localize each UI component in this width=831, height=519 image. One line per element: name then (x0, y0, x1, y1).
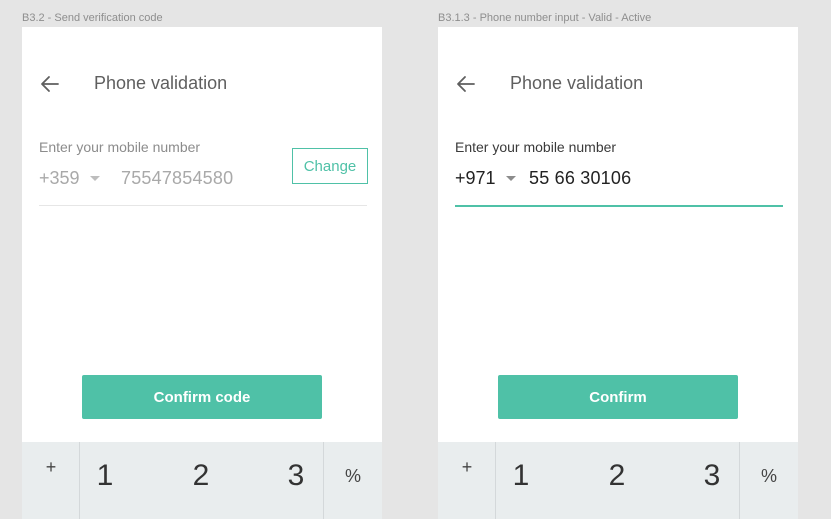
frame-label-send-verification: B3.2 - Send verification code (22, 12, 163, 24)
back-arrow-icon[interactable] (454, 72, 478, 96)
chevron-down-icon[interactable] (90, 176, 100, 181)
page-title: Phone validation (510, 73, 644, 93)
frame-label-phone-input: B3.1.3 - Phone number input - Valid - Ac… (438, 12, 652, 24)
back-arrow-icon[interactable] (38, 72, 62, 96)
key-percent[interactable]: % (740, 456, 798, 496)
key-1[interactable]: 1 (80, 456, 130, 496)
key-2[interactable]: 2 (176, 456, 226, 496)
screen-phone-number-input: Phone validation Enter your mobile numbe… (438, 27, 798, 519)
key-2[interactable]: 2 (592, 456, 642, 496)
phone-field-label: Enter your mobile number (39, 139, 201, 155)
phone-field-label: Enter your mobile number (455, 139, 617, 155)
numeric-keypad: + - 1 2 3 % (438, 442, 798, 519)
phone-number-input[interactable]: 75547854580 (121, 168, 233, 189)
key-3[interactable]: 3 (687, 456, 737, 496)
phone-field-underline (455, 205, 783, 207)
numeric-keypad: + - 1 2 3 % (22, 442, 382, 519)
key-plus[interactable]: + (22, 442, 80, 492)
confirm-code-button[interactable]: Confirm code (82, 375, 322, 419)
phone-field-underline (39, 205, 367, 206)
page-title: Phone validation (94, 73, 228, 93)
country-code-select[interactable]: +359 (39, 168, 80, 189)
screen-send-verification-code: Phone validation Enter your mobile numbe… (22, 27, 382, 519)
phone-number-input[interactable]: 55 66 30106 (529, 168, 631, 189)
change-button[interactable]: Change (292, 148, 368, 184)
key-3[interactable]: 3 (271, 456, 321, 496)
key-minus[interactable]: - (463, 510, 470, 519)
key-1[interactable]: 1 (496, 456, 546, 496)
key-percent[interactable]: % (324, 456, 382, 496)
key-plus[interactable]: + (438, 442, 496, 492)
chevron-down-icon[interactable] (506, 176, 516, 181)
key-minus[interactable]: - (47, 510, 54, 519)
confirm-button[interactable]: Confirm (498, 375, 738, 419)
country-code-select[interactable]: +971 (455, 168, 496, 189)
